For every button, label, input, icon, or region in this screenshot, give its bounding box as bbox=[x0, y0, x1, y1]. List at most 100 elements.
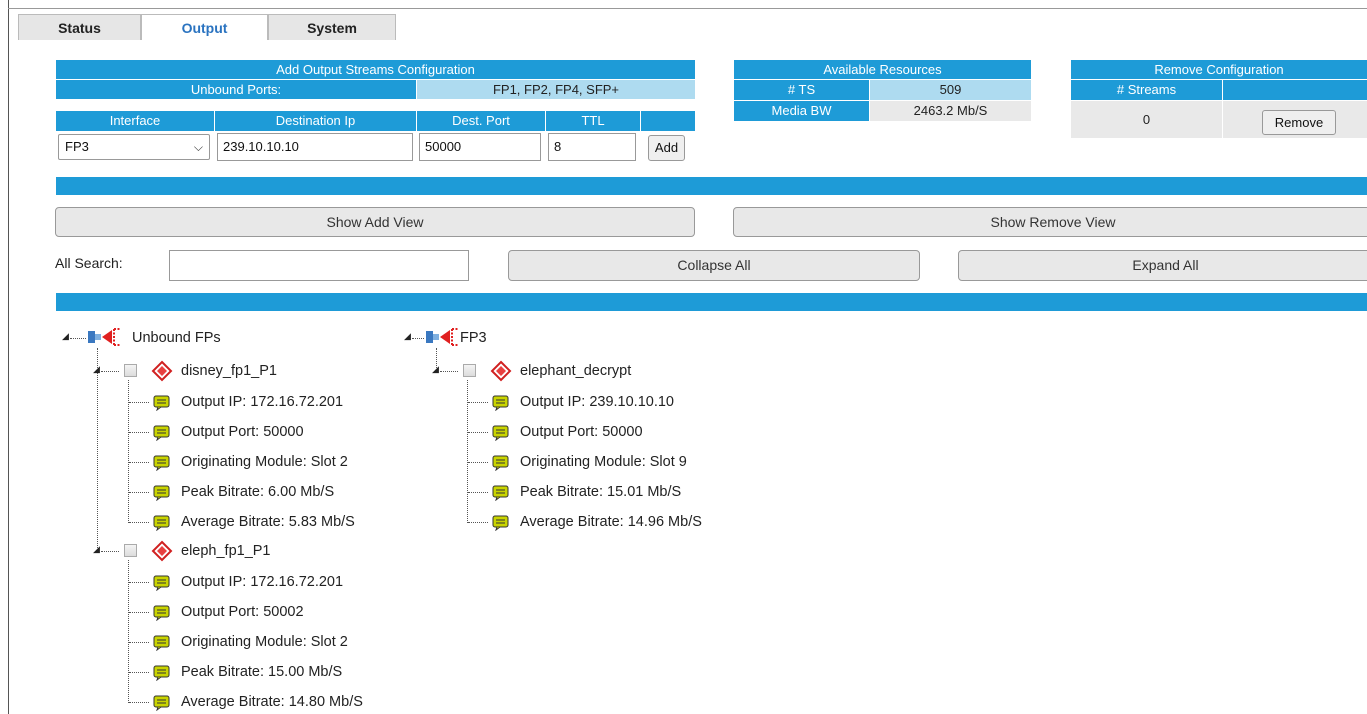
ttl-input[interactable]: 8 bbox=[548, 133, 636, 161]
tree-connector bbox=[468, 402, 488, 403]
tree-node-property: Output Port: 50000 bbox=[520, 424, 643, 440]
tree-node-property: Peak Bitrate: 15.00 Mb/S bbox=[181, 664, 343, 680]
property-note-icon bbox=[153, 395, 170, 411]
property-note-icon bbox=[153, 605, 170, 621]
frame-top-border bbox=[8, 8, 1367, 9]
tree-connector bbox=[129, 642, 149, 643]
tree-node-property: Output IP: 172.16.72.201 bbox=[181, 394, 344, 410]
tab-output[interactable]: Output bbox=[141, 14, 268, 40]
col-interface: Interface bbox=[56, 111, 214, 131]
tree-node-unbound-fps[interactable]: Unbound FPs bbox=[132, 328, 221, 348]
expand-arrow-icon[interactable]: ◢ bbox=[93, 544, 100, 554]
collapse-all-button[interactable]: Collapse All bbox=[508, 250, 920, 281]
tree-connector bbox=[129, 492, 149, 493]
tree-node-property: Originating Module: Slot 9 bbox=[520, 454, 687, 470]
tree-node-stream[interactable]: eleph_fp1_P1 bbox=[181, 541, 271, 561]
streams-value: 0 bbox=[1071, 101, 1222, 138]
tree-connector bbox=[129, 672, 149, 673]
tree-connector bbox=[129, 462, 149, 463]
property-note-icon bbox=[153, 455, 170, 471]
tree-node-property: Average Bitrate: 5.83 Mb/S bbox=[181, 514, 355, 530]
show-add-view-button[interactable]: Show Add View bbox=[55, 207, 695, 237]
property-note-icon bbox=[153, 695, 170, 711]
expand-arrow-icon[interactable]: ◢ bbox=[93, 364, 100, 374]
unbound-ports-value: FP1, FP2, FP4, SFP+ bbox=[417, 80, 695, 99]
property-note-icon bbox=[153, 665, 170, 681]
tab-status[interactable]: Status bbox=[18, 14, 141, 40]
tree-node-property: Originating Module: Slot 2 bbox=[181, 634, 348, 650]
expand-all-button[interactable]: Expand All bbox=[958, 250, 1367, 281]
remove-action-header bbox=[1223, 80, 1367, 100]
unbound-ports-label: Unbound Ports: bbox=[56, 80, 416, 99]
stream-checkbox[interactable] bbox=[463, 364, 476, 377]
tree-connector bbox=[412, 338, 424, 339]
expand-arrow-icon[interactable]: ◢ bbox=[62, 331, 69, 341]
remove-button[interactable]: Remove bbox=[1262, 110, 1336, 135]
tree-node-property: Average Bitrate: 14.80 Mb/S bbox=[181, 694, 363, 710]
interface-select[interactable]: FP3 ⌵ bbox=[58, 134, 210, 160]
tree-connector bbox=[129, 612, 149, 613]
streams-label: # Streams bbox=[1071, 80, 1222, 100]
stream-checkbox[interactable] bbox=[124, 544, 137, 557]
dest-port-input[interactable]: 50000 bbox=[419, 133, 541, 161]
tree-connector bbox=[70, 338, 86, 339]
tree-connector bbox=[440, 371, 458, 372]
property-note-icon bbox=[153, 635, 170, 651]
tree-connector bbox=[468, 492, 488, 493]
property-note-icon bbox=[492, 485, 509, 501]
stream-tag-icon bbox=[490, 360, 512, 382]
chevron-down-icon: ⌵ bbox=[193, 140, 203, 154]
tab-system[interactable]: System bbox=[268, 14, 396, 40]
tree-node-property: Peak Bitrate: 6.00 Mb/S bbox=[181, 484, 335, 500]
stream-checkbox[interactable] bbox=[124, 364, 137, 377]
frame-left-border bbox=[8, 0, 9, 714]
ts-label: # TS bbox=[734, 80, 869, 100]
property-note-icon bbox=[153, 575, 170, 591]
tree-connector bbox=[129, 432, 149, 433]
tree-connector bbox=[468, 462, 488, 463]
tree-node-stream[interactable]: elephant_decrypt bbox=[520, 361, 631, 381]
show-remove-view-button[interactable]: Show Remove View bbox=[733, 207, 1367, 237]
property-note-icon bbox=[492, 515, 509, 531]
tree-node-fp3[interactable]: FP3 bbox=[460, 328, 487, 348]
add-config-title: Add Output Streams Configuration bbox=[56, 60, 695, 79]
tree-connector bbox=[129, 582, 149, 583]
port-connector-icon bbox=[426, 328, 458, 346]
tree-node-property: Output IP: 172.16.72.201 bbox=[181, 574, 344, 590]
search-input[interactable] bbox=[169, 250, 469, 281]
col-destination-ip: Destination Ip bbox=[215, 111, 416, 131]
stream-tag-icon bbox=[151, 360, 173, 382]
remove-config-title: Remove Configuration bbox=[1071, 60, 1367, 79]
tree-node-property: Output IP: 239.10.10.10 bbox=[520, 394, 674, 410]
expand-arrow-icon[interactable]: ◢ bbox=[432, 364, 439, 374]
ts-value: 509 bbox=[870, 80, 1031, 100]
property-note-icon bbox=[492, 395, 509, 411]
media-bw-label: Media BW bbox=[734, 101, 869, 121]
resources-title: Available Resources bbox=[734, 60, 1031, 79]
destination-ip-input[interactable]: 239.10.10.10 bbox=[217, 133, 413, 161]
interface-select-value: FP3 bbox=[65, 139, 89, 154]
property-note-icon bbox=[492, 425, 509, 441]
col-ttl: TTL bbox=[546, 111, 640, 131]
tree-node-property: Peak Bitrate: 15.01 Mb/S bbox=[520, 484, 682, 500]
tree-connector bbox=[468, 432, 488, 433]
port-connector-icon bbox=[88, 328, 120, 346]
col-dest-port: Dest. Port bbox=[417, 111, 545, 131]
tree-connector bbox=[129, 402, 149, 403]
tree-connector bbox=[97, 348, 98, 550]
tree-node-property: Originating Module: Slot 2 bbox=[181, 454, 348, 470]
col-action-header bbox=[641, 111, 695, 131]
divider-bar-top bbox=[56, 177, 1367, 195]
expand-arrow-icon[interactable]: ◢ bbox=[404, 331, 411, 341]
tree-connector bbox=[468, 522, 488, 523]
tree-node-stream[interactable]: disney_fp1_P1 bbox=[181, 361, 277, 381]
divider-bar-bottom bbox=[56, 293, 1367, 311]
tree-node-property: Average Bitrate: 14.96 Mb/S bbox=[520, 514, 702, 530]
property-note-icon bbox=[153, 425, 170, 441]
tree-connector bbox=[101, 551, 119, 552]
property-note-icon bbox=[153, 485, 170, 501]
tree-node-property: Output Port: 50000 bbox=[181, 424, 304, 440]
stream-tag-icon bbox=[151, 540, 173, 562]
tree-connector bbox=[129, 522, 149, 523]
add-button[interactable]: Add bbox=[648, 135, 685, 161]
